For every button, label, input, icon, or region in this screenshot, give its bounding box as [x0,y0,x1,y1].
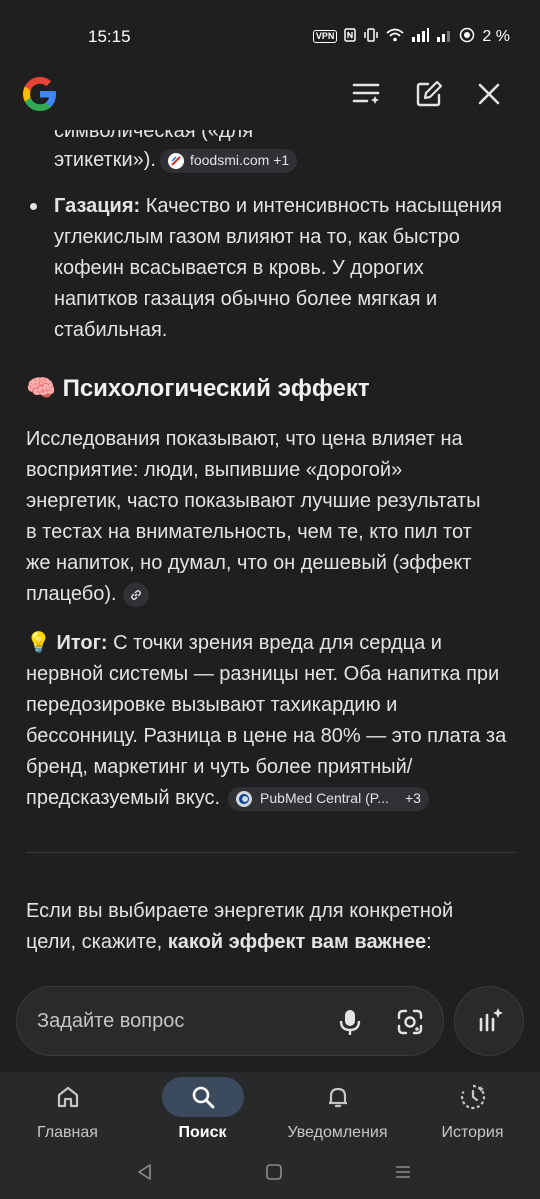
source-chip-pubmed[interactable]: PubMed Central (P... +3 [228,786,429,811]
psych-line-3: энергетик, часто показывают лучшие резул… [26,490,481,512]
link-icon [130,589,141,600]
vibrate-icon [363,28,379,45]
divider [26,852,515,853]
home-icon [27,1077,109,1117]
summary-line-4: бессонницу. Разница в цене на 80% — это … [26,725,507,747]
followup-line-2-end: : [426,931,432,953]
partial-line-2: этикетки»). [54,149,156,171]
bullet-gazation-text-1: Качество и интенсивность насыщения [145,195,502,217]
pubmed-favicon-icon [236,790,253,807]
psych-line-2: восприятие: люди, выпившие «дорогой» [26,459,403,481]
battery-icon [459,27,475,46]
summary-line-5: бренд, маркетинг и чуть более приятный/ [26,756,413,778]
status-time: 15:15 [88,27,131,46]
nav-search-label: Поиск [178,1124,227,1141]
nav-history-label: История [441,1124,504,1141]
summary-paragraph: 💡 Итог: С точки зрения вреда для сердца … [26,628,526,814]
app-bar [0,60,540,130]
ask-placeholder: Задайте вопрос [37,1010,185,1032]
summary-title: Итог: [56,632,108,654]
heading-psych-text: Психологический эффект [62,375,370,402]
psych-line-6: плацебо). [26,583,117,605]
microphone-icon[interactable] [335,1007,365,1042]
bullet-gazation-line-1: Газация: Качество и интенсивность насыще… [54,191,524,222]
bottom-nav: Главная Поиск Уведомления История [0,1072,540,1154]
search-icon [161,1077,244,1117]
home-square-icon[interactable] [265,1163,283,1186]
edit-icon[interactable] [412,77,446,111]
heading-psych: 🧠 Психологический эффект [26,374,370,403]
bullet-gazation-text-3: кофеин всасывается в кровь. У дорогих [54,257,424,279]
link-chip[interactable] [122,582,149,607]
ask-input[interactable]: Задайте вопрос [16,986,444,1056]
psych-line-1: Исследования показывают, что цена влияет… [26,428,463,450]
nav-notifications[interactable]: Уведомления [270,1072,405,1154]
bullet-gazation-text-4: напитков газация обычно более мягкая и [54,288,438,310]
signal-icon-2 [436,28,452,45]
brain-emoji-icon: 🧠 [26,375,56,402]
history-icon [432,1077,514,1117]
summary-line-1-row: 💡 Итог: С точки зрения вреда для сердца … [26,628,526,659]
source-chip-pubmed-count: +3 [404,790,421,806]
summary-line-3: передозировке вызывают тахикардию и [26,694,398,716]
ai-sparkle-icon [479,1008,503,1032]
psych-line-4: в тестах на внимательность, чем те, кто … [26,521,472,543]
foodsmi-favicon-icon [167,152,184,169]
bullet-gazation-title: Газация: [54,195,141,217]
vpn-icon: VPN [312,30,338,43]
google-lens-icon[interactable] [395,1007,425,1042]
source-chip-foodsmi-label: foodsmi.com +1 [189,152,290,168]
summary-line-1: С точки зрения вреда для сердца и [113,632,442,654]
status-icons: VPN 2 % [312,27,510,46]
followup-line-1: Если вы выбираете энергетик для конкретн… [26,900,454,922]
nav-notifications-label: Уведомления [287,1124,388,1141]
answer-content: символическая («для этикетки»). foodsmi.… [0,100,540,980]
ai-mode-button[interactable] [454,986,524,1056]
bullet-gazation: Газация: Качество и интенсивность насыще… [54,191,524,346]
psych-paragraph: Исследования показывают, что цена влияет… [26,424,526,610]
nav-home[interactable]: Главная [0,1072,135,1154]
followup-line-2: цели, скажите, какой эффект вам важнее: [26,927,526,958]
wifi-icon [386,28,405,45]
summary-line-6: предсказуемый вкус. [26,787,221,809]
battery-percent: 2 % [482,27,510,45]
close-icon[interactable] [472,77,506,111]
source-chip-pubmed-label: PubMed Central (P... [260,790,389,806]
nav-search[interactable]: Поиск [135,1072,270,1154]
followup-paragraph: Если вы выбираете энергетик для конкретн… [26,896,526,958]
system-nav-bar [0,1154,540,1199]
partial-line-2-row: этикетки»). foodsmi.com +1 [54,145,298,176]
back-icon[interactable] [136,1163,154,1186]
followup-line-2-bold: какой эффект вам важнее [167,931,427,953]
google-logo[interactable] [20,74,60,114]
nfc-icon [344,28,357,45]
bullet-gazation-text-2: углекислым газом влияют на то, как быстр… [54,226,460,248]
bell-icon [297,1077,379,1117]
history-list-icon[interactable] [350,77,384,111]
followup-line-2-plain: цели, скажите, [26,931,168,953]
source-chip-foodsmi[interactable]: foodsmi.com +1 [159,148,298,173]
summary-line-6-row: предсказуемый вкус. PubMed Central (P...… [26,783,526,814]
recents-menu-icon[interactable] [394,1163,412,1186]
bullet-gazation-text-5: стабильная. [54,319,168,341]
psych-line-6-row: плацебо). [26,579,526,610]
nav-home-label: Главная [37,1124,98,1141]
summary-line-2: нервной системы — разницы нет. Оба напит… [26,663,500,685]
bullet-dot [30,203,37,210]
psych-line-5: же напиток, но думал, что он дешевый (эф… [26,552,472,574]
nav-history[interactable]: История [405,1072,540,1154]
lightbulb-emoji-icon: 💡 [26,632,51,654]
signal-icon [411,28,430,45]
